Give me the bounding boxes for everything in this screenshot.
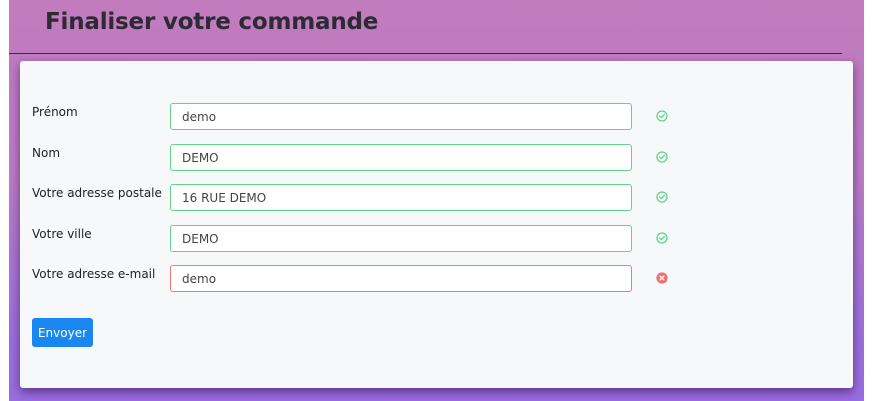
field-label-adresse: Votre adresse postale	[32, 186, 162, 200]
email-input[interactable]	[170, 265, 632, 292]
field-label-email: Votre adresse e-mail	[32, 267, 156, 281]
x-circle-icon	[656, 272, 668, 284]
field-label-ville: Votre ville	[32, 227, 92, 241]
check-circle-icon	[656, 151, 668, 163]
check-circle-icon	[656, 191, 668, 203]
form-row-email: Votre adresse e-mail	[20, 265, 853, 295]
prenom-input[interactable]	[170, 103, 632, 130]
form-row-ville: Votre ville	[20, 225, 853, 255]
check-circle-icon	[656, 232, 668, 244]
check-circle-icon	[656, 110, 668, 122]
title-divider	[9, 53, 842, 54]
field-label-nom: Nom	[32, 146, 61, 160]
adresse-input[interactable]	[170, 184, 632, 211]
form-row-nom: Nom	[20, 144, 853, 174]
order-form: Prénom Nom Votre adresse postale Votre v…	[20, 61, 853, 388]
ville-input[interactable]	[170, 225, 632, 252]
form-row-adresse: Votre adresse postale	[20, 184, 853, 214]
field-label-prenom: Prénom	[32, 105, 78, 119]
form-row-prenom: Prénom	[20, 103, 853, 133]
page-title: Finaliser votre commande	[45, 9, 379, 35]
nom-input[interactable]	[170, 144, 632, 171]
envoyer-button[interactable]: Envoyer	[32, 318, 93, 347]
